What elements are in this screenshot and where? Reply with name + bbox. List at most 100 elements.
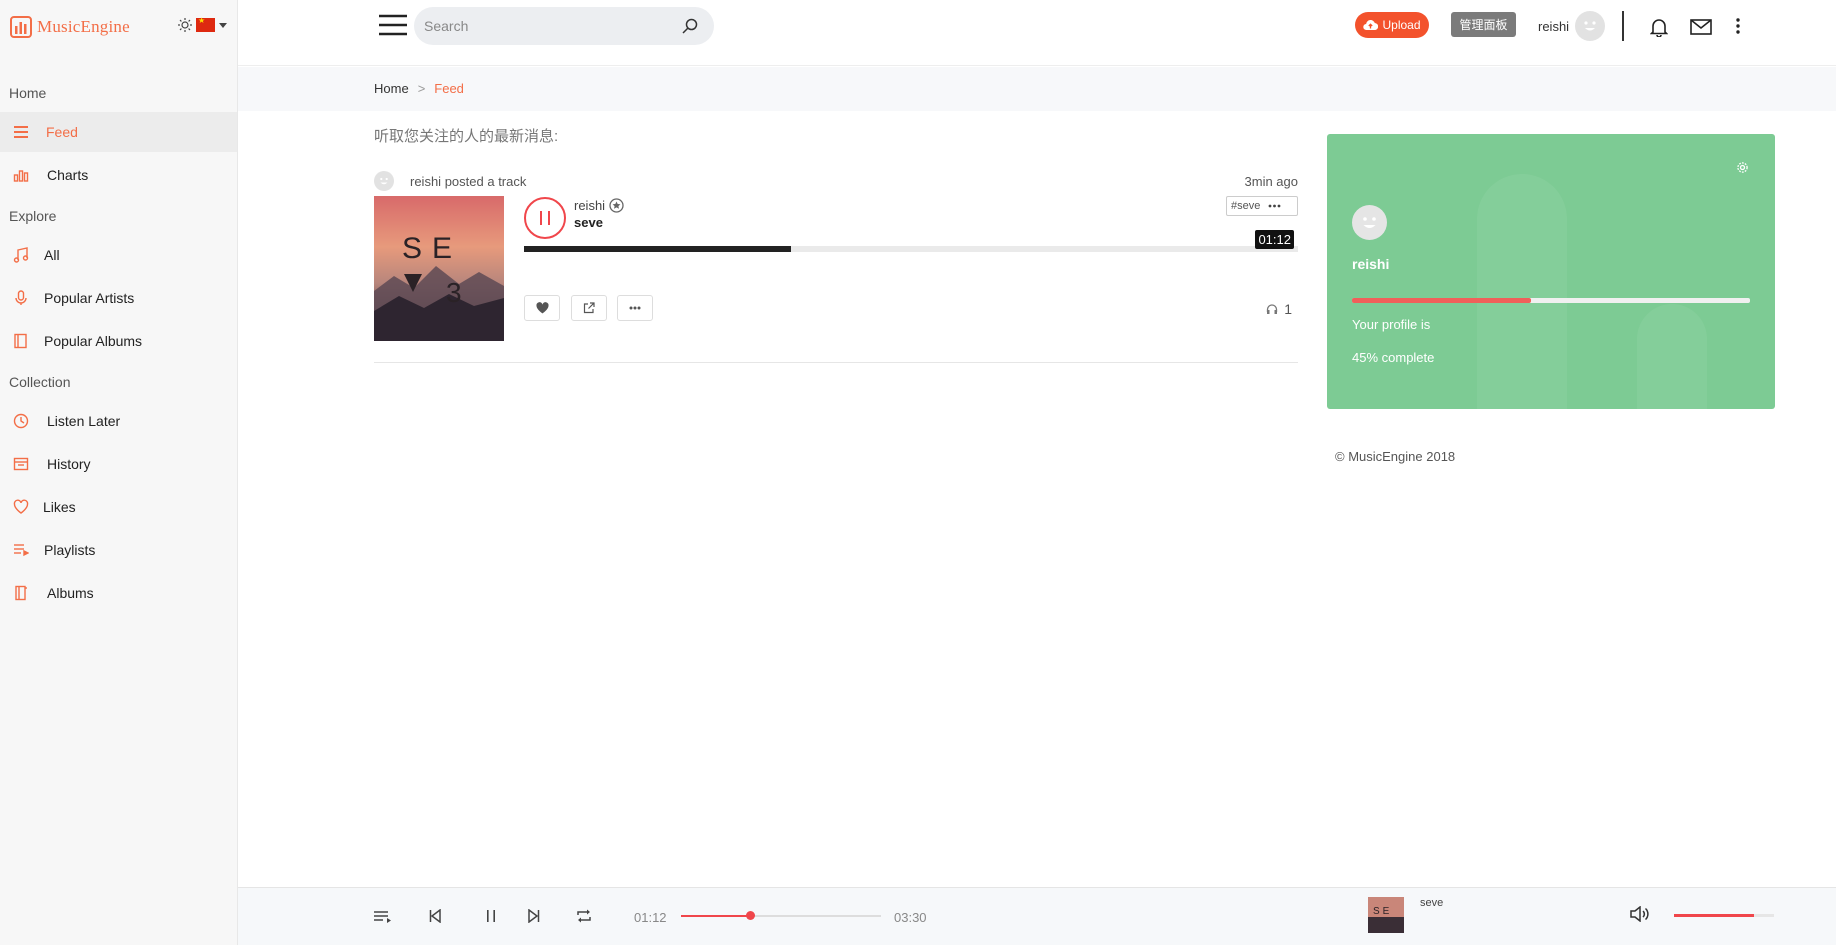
profile-name[interactable]: reishi xyxy=(1352,256,1389,272)
sidebar-section-collection: Collection xyxy=(9,374,71,390)
pause-button[interactable] xyxy=(524,197,566,239)
share-button[interactable] xyxy=(571,295,607,321)
repeat-icon[interactable] xyxy=(576,909,592,923)
smiley-avatar-icon xyxy=(380,177,388,185)
more-button[interactable] xyxy=(617,295,653,321)
upload-label: Upload xyxy=(1382,18,1421,32)
track-waveform[interactable] xyxy=(524,246,1298,252)
pause-icon xyxy=(540,211,550,225)
post-actor[interactable]: reishi xyxy=(410,174,441,189)
poster-avatar[interactable] xyxy=(374,171,394,191)
gear-icon[interactable] xyxy=(1736,161,1749,174)
bell-icon[interactable] xyxy=(1650,17,1668,37)
breadcrumb-home[interactable]: Home xyxy=(374,81,409,96)
verified-badge-icon xyxy=(609,198,624,213)
volume-slider[interactable] xyxy=(1674,910,1774,920)
china-flag-icon[interactable] xyxy=(196,16,215,32)
player-current-time: 01:12 xyxy=(634,910,667,925)
volume-icon[interactable] xyxy=(1630,906,1650,922)
player-track-title[interactable]: seve xyxy=(1420,897,1443,909)
user-menu[interactable]: reishi xyxy=(1538,11,1606,41)
feed-post: reishi posted a track 3min ago SE 3 reis xyxy=(374,165,1298,363)
top-header: Upload 管理面板 reishi xyxy=(238,0,1836,66)
sidebar-item-playlists[interactable]: Playlists xyxy=(0,530,237,570)
seek-handle[interactable] xyxy=(746,911,755,920)
track-cover[interactable]: SE 3 xyxy=(374,196,504,341)
sidebar-item-label: Popular Artists xyxy=(44,290,135,306)
track-artist[interactable]: reishi xyxy=(574,198,624,213)
player-total-time: 03:30 xyxy=(894,910,927,925)
sidebar-item-charts[interactable]: Charts xyxy=(0,155,237,195)
history-icon xyxy=(13,457,29,471)
charts-icon xyxy=(13,170,29,182)
sidebar-section-explore: Explore xyxy=(9,208,57,224)
profile-status-line1: Your profile is xyxy=(1352,317,1431,332)
pause-icon[interactable] xyxy=(486,909,496,923)
avatar[interactable] xyxy=(1352,205,1387,240)
menu-icon[interactable] xyxy=(379,14,407,36)
feed-heading: 听取您关注的人的最新消息: xyxy=(374,128,559,145)
breadcrumb-current: Feed xyxy=(434,81,464,96)
music-note-icon xyxy=(13,247,29,263)
tag-label[interactable]: #seve xyxy=(1231,200,1260,212)
post-activity: reishi posted a track xyxy=(410,174,526,189)
player-bar: 01:12 03:30 SE seve xyxy=(238,887,1836,945)
listen-count: 1 xyxy=(1266,301,1292,317)
search-input[interactable] xyxy=(424,16,664,36)
smiley-avatar-icon xyxy=(1584,21,1596,31)
profile-progress-bar xyxy=(1352,298,1750,303)
post-header: reishi posted a track 3min ago xyxy=(374,169,1298,191)
card-decoration xyxy=(1477,174,1567,409)
sidebar-item-listen-later[interactable]: Listen Later xyxy=(0,401,237,441)
track-title[interactable]: seve xyxy=(574,215,603,230)
upload-button[interactable]: Upload xyxy=(1355,12,1429,38)
search-bar xyxy=(414,7,714,45)
search-icon[interactable] xyxy=(682,18,698,34)
sidebar-item-label: Feed xyxy=(46,124,78,140)
sidebar-item-popular-albums[interactable]: Popular Albums xyxy=(0,321,237,361)
sidebar-item-label: Listen Later xyxy=(47,413,121,429)
svg-text:SE: SE xyxy=(402,232,462,265)
chevron-down-icon[interactable] xyxy=(219,22,227,28)
previous-icon[interactable] xyxy=(429,909,441,923)
avatar[interactable] xyxy=(1575,11,1606,41)
cloud-upload-icon xyxy=(1363,20,1379,31)
sidebar-item-likes[interactable]: Likes xyxy=(0,487,237,527)
theme-toggle-icon[interactable] xyxy=(178,18,192,32)
mail-icon[interactable] xyxy=(1690,19,1712,35)
sidebar-item-all[interactable]: All xyxy=(0,235,237,275)
admin-panel-button[interactable]: 管理面板 xyxy=(1451,12,1516,37)
next-icon[interactable] xyxy=(528,909,540,923)
language-switcher[interactable] xyxy=(178,16,227,32)
sidebar-item-label: Likes xyxy=(43,499,76,515)
player-seek-bar[interactable] xyxy=(681,911,881,921)
sidebar: MusicEngine Home Feed Charts Explore All… xyxy=(0,0,238,945)
sidebar-item-label: Charts xyxy=(47,167,89,183)
playlist-icon xyxy=(14,544,29,557)
seek-fill xyxy=(681,915,750,917)
waveform-played xyxy=(524,246,792,252)
sidebar-item-history[interactable]: History xyxy=(0,444,237,484)
player-cover[interactable]: SE xyxy=(1368,897,1404,933)
external-link-icon xyxy=(583,302,595,314)
track-tag[interactable]: #seve xyxy=(1226,196,1298,216)
post-action: posted a track xyxy=(444,174,527,189)
app-logo[interactable]: MusicEngine xyxy=(10,16,130,38)
sidebar-item-popular-artists[interactable]: Popular Artists xyxy=(0,278,237,318)
profile-completion-card: reishi Your profile is 45% complete xyxy=(1327,134,1775,409)
like-button[interactable] xyxy=(524,295,560,321)
listen-count-value: 1 xyxy=(1284,301,1292,317)
sidebar-item-albums[interactable]: Albums xyxy=(0,573,237,613)
sidebar-item-label: Albums xyxy=(47,585,94,601)
album-cover-art: SE 3 xyxy=(374,196,504,341)
queue-icon[interactable] xyxy=(374,911,392,923)
svg-text:SE: SE xyxy=(1373,906,1392,917)
breadcrumb-separator: > xyxy=(417,81,426,96)
album-icon xyxy=(14,333,27,349)
more-vertical-icon[interactable] xyxy=(1735,17,1741,35)
volume-fill xyxy=(1674,914,1754,917)
sidebar-item-feed[interactable]: Feed xyxy=(0,112,237,152)
post-time: 3min ago xyxy=(1244,174,1298,189)
logo-icon xyxy=(10,16,32,38)
more-horizontal-icon[interactable] xyxy=(1268,204,1281,208)
